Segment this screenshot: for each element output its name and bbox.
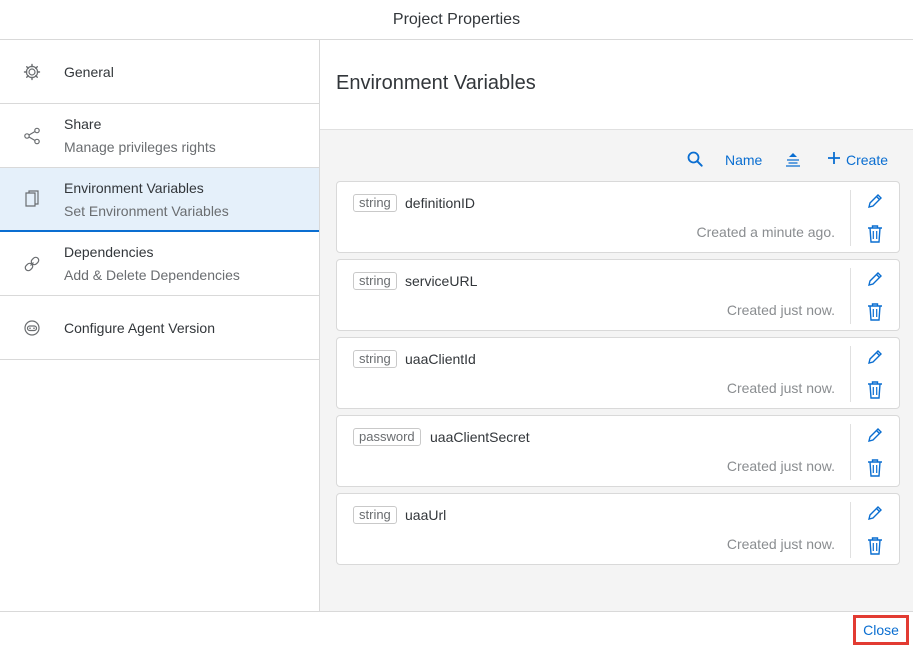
document-icon bbox=[22, 189, 42, 209]
page-title: Environment Variables bbox=[336, 72, 536, 94]
main-panel: Environment Variables Name Create string… bbox=[320, 40, 913, 611]
create-button-label: Create bbox=[846, 152, 889, 168]
variable-type-badge: string bbox=[353, 506, 397, 524]
sidebar-item-label: Configure Agent Version bbox=[64, 319, 215, 336]
sidebar-item-dependencies[interactable]: Dependencies Add & Delete Dependencies bbox=[0, 232, 319, 296]
list-item[interactable]: string uaaClientId Created just now. bbox=[336, 337, 900, 409]
main-header: Environment Variables bbox=[320, 40, 913, 130]
variable-name: serviceURL bbox=[405, 273, 478, 289]
close-button-label: Close bbox=[863, 622, 899, 638]
variable-type-badge: string bbox=[353, 272, 397, 290]
divider bbox=[850, 190, 851, 246]
robot-icon bbox=[22, 318, 42, 338]
list-item[interactable]: string definitionID Created a minute ago… bbox=[336, 181, 900, 253]
sidebar-item-share[interactable]: Share Manage privileges rights bbox=[0, 104, 319, 168]
trash-icon[interactable] bbox=[866, 302, 884, 322]
list-toolbar: Name Create bbox=[320, 148, 913, 172]
sidebar-item-label: Environment Variables bbox=[64, 179, 204, 196]
variable-name: uaaClientId bbox=[405, 351, 476, 367]
sidebar-item-description: Set Environment Variables bbox=[64, 202, 229, 219]
dialog-title: Project Properties bbox=[392, 10, 521, 28]
trash-icon[interactable] bbox=[866, 224, 884, 244]
created-timestamp: Created just now. bbox=[726, 536, 835, 552]
sidebar-item-label: Dependencies bbox=[64, 244, 154, 260]
trash-icon[interactable] bbox=[866, 380, 884, 400]
list-item[interactable]: password uaaClientSecret Created just no… bbox=[336, 415, 900, 487]
trash-icon[interactable] bbox=[866, 536, 884, 556]
share-icon bbox=[22, 126, 42, 146]
edit-icon[interactable] bbox=[866, 348, 884, 366]
sidebar-item-description: Manage privileges rights bbox=[64, 139, 216, 155]
sidebar-item-general[interactable]: General bbox=[0, 40, 319, 104]
sort-by-name-button[interactable]: Name bbox=[725, 152, 762, 168]
created-timestamp: Created just now. bbox=[726, 458, 835, 474]
variable-name: definitionID bbox=[405, 195, 476, 211]
edit-icon[interactable] bbox=[866, 504, 884, 522]
divider bbox=[850, 502, 851, 558]
divider bbox=[850, 268, 851, 324]
divider bbox=[850, 346, 851, 402]
variable-type-badge: string bbox=[353, 350, 397, 368]
dialog-titlebar: Project Properties bbox=[0, 0, 913, 40]
variable-name: uaaUrl bbox=[405, 507, 447, 523]
sidebar-item-environment-variables[interactable]: Environment Variables Set Environment Va… bbox=[0, 168, 319, 232]
edit-icon[interactable] bbox=[866, 270, 884, 288]
sidebar-item-description: Add & Delete Dependencies bbox=[64, 267, 240, 283]
variable-name: uaaClientSecret bbox=[430, 429, 530, 445]
trash-icon[interactable] bbox=[866, 458, 884, 478]
plus-icon bbox=[827, 151, 841, 170]
list-item[interactable]: string uaaUrl Created just now. bbox=[336, 493, 900, 565]
list-item[interactable]: string serviceURL Created just now. bbox=[336, 259, 900, 331]
sidebar-item-configure-agent-version[interactable]: Configure Agent Version bbox=[0, 296, 319, 360]
link-icon bbox=[22, 254, 42, 274]
edit-icon[interactable] bbox=[866, 426, 884, 444]
create-button[interactable]: Create bbox=[827, 148, 888, 172]
variable-type-badge: password bbox=[353, 428, 421, 446]
close-button[interactable]: Close bbox=[853, 615, 909, 645]
sort-icon[interactable] bbox=[784, 150, 802, 170]
dialog-footer: Close bbox=[0, 611, 913, 650]
gear-icon bbox=[22, 62, 42, 82]
sidebar-item-label: Share bbox=[64, 116, 102, 132]
edit-icon[interactable] bbox=[866, 192, 884, 210]
created-timestamp: Created a minute ago. bbox=[696, 224, 835, 240]
search-icon[interactable] bbox=[686, 150, 706, 170]
created-timestamp: Created just now. bbox=[726, 380, 835, 396]
sidebar: General Share Manage privileges rights E… bbox=[0, 40, 320, 611]
variable-type-badge: string bbox=[353, 194, 397, 212]
sidebar-item-label: General bbox=[64, 63, 114, 80]
variables-list: string definitionID Created a minute ago… bbox=[336, 181, 900, 571]
created-timestamp: Created just now. bbox=[726, 302, 835, 318]
divider bbox=[850, 424, 851, 480]
